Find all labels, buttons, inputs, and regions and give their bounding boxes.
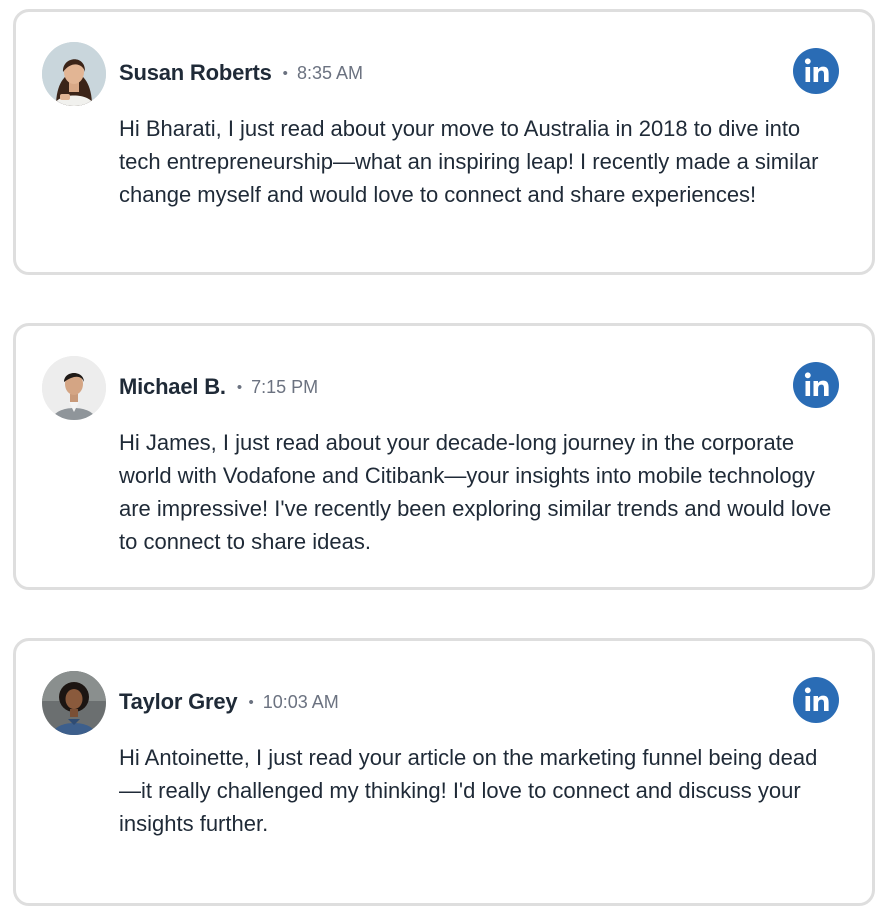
sender-name[interactable]: Taylor Grey <box>119 689 238 715</box>
separator-dot: • <box>248 693 254 711</box>
timestamp: 7:15 PM <box>251 376 319 397</box>
timestamp: 10:03 AM <box>262 691 339 712</box>
avatar[interactable] <box>42 42 106 106</box>
message-text: Hi Bharati, I just read about your move … <box>119 116 819 207</box>
sender-name[interactable]: Michael B. <box>119 374 226 400</box>
separator-dot: • <box>236 378 243 396</box>
linkedin-icon[interactable] <box>793 677 839 723</box>
message-text: Hi James, I just read about your decade-… <box>119 430 832 554</box>
message-card[interactable]: Michael B. • 7:15 PM Hi James, I just re… <box>13 323 875 590</box>
timestamp: 8:35 AM <box>296 62 363 83</box>
separator-dot: • <box>282 64 288 82</box>
avatar-woman-long-dark-hair-icon <box>42 42 106 106</box>
message-header: Susan Roberts • 8:35 AM <box>119 58 363 88</box>
message-header: Michael B. • 7:15 PM <box>119 372 318 402</box>
message-header: Taylor Grey • 10:03 AM <box>119 687 339 717</box>
avatar[interactable] <box>42 671 106 735</box>
avatar-woman-curly-hair-icon <box>42 671 106 735</box>
avatar-man-grey-blazer-icon <box>42 356 106 420</box>
linkedin-icon[interactable] <box>793 362 839 408</box>
avatar[interactable] <box>42 356 106 420</box>
message-card[interactable]: Taylor Grey • 10:03 AM Hi Antoinette, I … <box>13 638 875 906</box>
message-feed: Susan Roberts • 8:35 AM Hi Bharati, I ju… <box>0 0 885 913</box>
message-text: Hi Antoinette, I just read your article … <box>119 745 818 836</box>
linkedin-icon[interactable] <box>793 48 839 94</box>
sender-name[interactable]: Susan Roberts <box>119 60 272 86</box>
message-card[interactable]: Susan Roberts • 8:35 AM Hi Bharati, I ju… <box>13 9 875 275</box>
